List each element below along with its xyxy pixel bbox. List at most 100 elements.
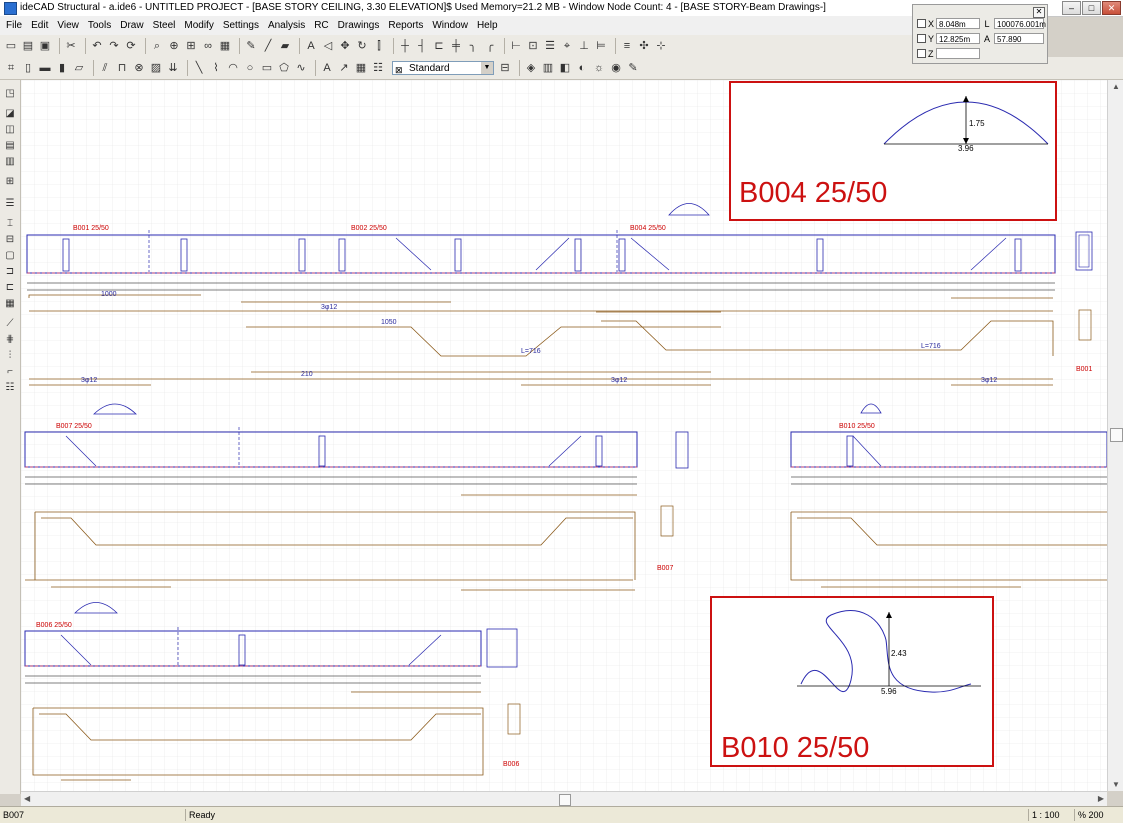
layer-stack-icon[interactable]: ◪ xyxy=(3,108,17,120)
minimize-button[interactable]: – xyxy=(1062,1,1081,15)
zoom-icon[interactable]: ⌕ xyxy=(150,39,164,53)
z-field[interactable] xyxy=(936,48,980,59)
style-select[interactable]: ⊠ Standard ▼ xyxy=(392,61,494,75)
highlight-icon[interactable]: ▰ xyxy=(278,39,292,53)
shade-icon[interactable]: ◐ xyxy=(575,61,589,75)
close-icon[interactable]: ✕ xyxy=(1033,7,1045,18)
z-lock-checkbox[interactable] xyxy=(917,49,926,58)
l-field[interactable]: 100076.001m xyxy=(994,18,1046,29)
polygon-icon[interactable]: ⬠ xyxy=(277,61,291,75)
beam-section-icon[interactable]: ⌶ xyxy=(3,218,17,230)
pick-icon[interactable]: ✣ xyxy=(637,39,651,53)
horizontal-scrollbar[interactable]: ◀ ▶ xyxy=(21,791,1107,807)
open-folder-icon[interactable]: ▤ xyxy=(21,39,35,53)
vertical-scroll-thumb[interactable] xyxy=(1110,428,1123,442)
menu-edit[interactable]: Edit xyxy=(31,20,48,31)
rotate-icon[interactable]: ↻ xyxy=(355,39,369,53)
align-icon[interactable]: ≡ xyxy=(620,39,634,53)
stack-icon[interactable]: ☷ xyxy=(371,61,385,75)
drawing-canvas[interactable]: B001 25/50 B002 25/50 B004 25/50 1000 3φ… xyxy=(21,80,1107,791)
camera-icon[interactable]: ◉ xyxy=(609,61,623,75)
menu-steel[interactable]: Steel xyxy=(153,20,176,31)
y-lock-checkbox[interactable] xyxy=(917,34,926,43)
export-icon[interactable]: ▥ xyxy=(3,156,17,168)
column-icon[interactable]: ▯ xyxy=(21,61,35,75)
measure-icon[interactable]: ⊨ xyxy=(594,39,608,53)
scroll-left-icon[interactable]: ◀ xyxy=(24,794,30,803)
select-icon[interactable]: ◳ xyxy=(3,88,17,100)
axis-icon[interactable]: ⌗ xyxy=(4,61,18,75)
slab-icon[interactable]: ▱ xyxy=(72,61,86,75)
move-icon[interactable]: ✥ xyxy=(338,39,352,53)
zoom-extents-icon[interactable]: ⊞ xyxy=(184,39,198,53)
opening-icon[interactable]: ⊗ xyxy=(132,61,146,75)
a-field[interactable]: 57.890 xyxy=(994,33,1044,44)
edit-icon[interactable]: ✎ xyxy=(626,61,640,75)
menu-window[interactable]: Window xyxy=(432,20,468,31)
status-scale[interactable]: 1 : 100 xyxy=(1028,809,1074,821)
render-icon[interactable]: ▦ xyxy=(218,39,232,53)
split-icon[interactable]: ⫶ xyxy=(3,350,17,362)
horizontal-scroll-thumb[interactable] xyxy=(559,794,571,806)
extend-icon[interactable]: ┤ xyxy=(415,39,429,53)
bar-icon[interactable]: ⊐ xyxy=(3,266,17,278)
rectangle-icon[interactable]: ▭ xyxy=(260,61,274,75)
orbit-icon[interactable]: ∞ xyxy=(201,39,215,53)
paint-icon[interactable]: ◧ xyxy=(558,61,572,75)
repeat-icon[interactable]: ⟳ xyxy=(124,39,138,53)
undo-icon[interactable]: ↶ xyxy=(90,39,104,53)
x-lock-checkbox[interactable] xyxy=(917,19,926,28)
circle-icon[interactable]: ○ xyxy=(243,61,257,75)
foundation-icon[interactable]: ⊓ xyxy=(115,61,129,75)
scroll-down-icon[interactable]: ▼ xyxy=(1112,780,1120,789)
dimension-icon[interactable]: ⊢ xyxy=(509,39,523,53)
menu-settings[interactable]: Settings xyxy=(223,20,259,31)
stirrup-icon[interactable]: ▢ xyxy=(3,250,17,262)
bend-icon[interactable]: ⊏ xyxy=(3,282,17,294)
line-icon[interactable]: ╲ xyxy=(192,61,206,75)
label-icon[interactable]: A xyxy=(320,61,334,75)
menu-help[interactable]: Help xyxy=(477,20,498,31)
trim-icon[interactable]: ┼ xyxy=(398,39,412,53)
grid-icon[interactable]: ⊡ xyxy=(526,39,540,53)
grid-lines-icon[interactable]: ⋕ xyxy=(3,334,17,346)
print-icon[interactable]: ▤ xyxy=(3,140,17,152)
table-icon[interactable]: ▦ xyxy=(354,61,368,75)
vertical-scrollbar[interactable]: ▲ ▼ xyxy=(1107,80,1123,791)
node-icon[interactable]: ⊹ xyxy=(654,39,668,53)
menu-tools[interactable]: Tools xyxy=(88,20,111,31)
y-field[interactable]: 12.825m xyxy=(936,33,980,44)
hatch-icon[interactable]: ▨ xyxy=(149,61,163,75)
beam-icon[interactable]: ▬ xyxy=(38,61,52,75)
spline-icon[interactable]: ∿ xyxy=(294,61,308,75)
mirror-icon[interactable]: ⫿ xyxy=(372,39,386,53)
list-icon[interactable]: ☰ xyxy=(3,198,17,210)
menu-draw[interactable]: Draw xyxy=(120,20,143,31)
menu-file[interactable]: File xyxy=(6,20,22,31)
style-settings-icon[interactable]: ⊟ xyxy=(498,61,512,75)
load-icon[interactable]: ⇊ xyxy=(166,61,180,75)
section-icon[interactable]: ▥ xyxy=(541,61,555,75)
reinforcement-icon[interactable]: ⊟ xyxy=(3,234,17,246)
cut-icon[interactable]: ✂ xyxy=(64,39,78,53)
redo-icon[interactable]: ↷ xyxy=(107,39,121,53)
view-3d-icon[interactable]: ◈ xyxy=(524,61,538,75)
menu-analysis[interactable]: Analysis xyxy=(268,20,305,31)
close-button[interactable]: ✕ xyxy=(1102,1,1121,15)
fillet-icon[interactable]: ╮ xyxy=(466,39,480,53)
pen-icon[interactable]: ╱ xyxy=(261,39,275,53)
break-icon[interactable]: ╪ xyxy=(449,39,463,53)
chamfer-icon[interactable]: ╭ xyxy=(483,39,497,53)
maximize-button[interactable]: □ xyxy=(1082,1,1101,15)
erase-icon[interactable]: ◁ xyxy=(321,39,335,53)
new-file-icon[interactable]: ▭ xyxy=(4,39,18,53)
scroll-right-icon[interactable]: ▶ xyxy=(1098,794,1104,803)
slope-icon[interactable]: ⟋ xyxy=(3,318,17,330)
schedule-icon[interactable]: ☷ xyxy=(3,382,17,394)
offset-icon[interactable]: ⊏ xyxy=(432,39,446,53)
x-field[interactable]: 8.048m xyxy=(936,18,980,29)
pencil-icon[interactable]: ✎ xyxy=(244,39,258,53)
stair-icon[interactable]: ⫽ xyxy=(98,61,112,75)
menu-rc[interactable]: RC xyxy=(314,20,328,31)
ortho-icon[interactable]: ⊥ xyxy=(577,39,591,53)
